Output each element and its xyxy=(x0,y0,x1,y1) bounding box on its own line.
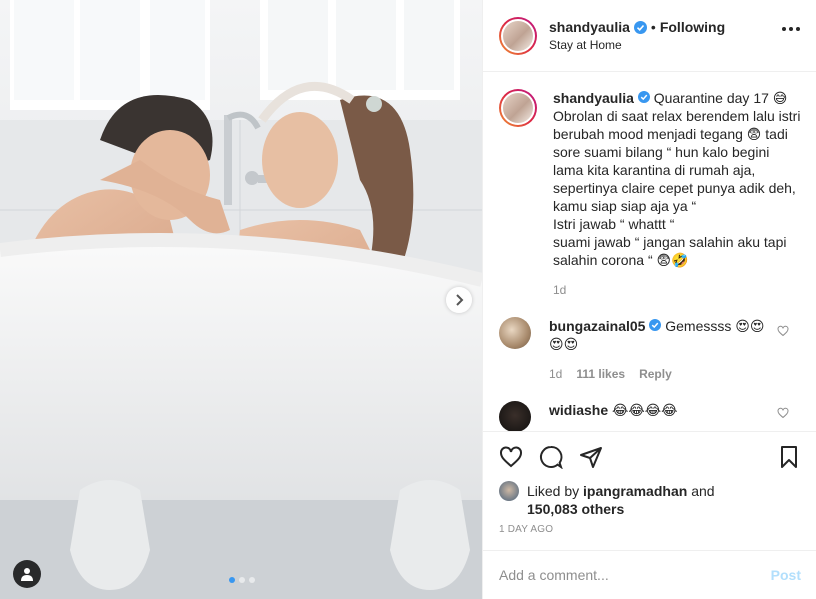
commenter-avatar[interactable] xyxy=(499,401,531,431)
reply-button[interactable]: Reply xyxy=(639,365,672,383)
comment-icon[interactable] xyxy=(539,445,563,469)
carousel-dot xyxy=(249,577,255,583)
caption-content: shandyaulia Quarantine day 17 😅 Obrolan … xyxy=(553,89,801,269)
separator-dot: • xyxy=(650,19,656,35)
action-bar xyxy=(499,432,801,482)
heart-outline-icon[interactable] xyxy=(777,325,789,337)
heart-outline-icon[interactable] xyxy=(777,407,789,419)
comments-list: shandyaulia Quarantine day 17 😅 Obrolan … xyxy=(483,73,816,431)
bookmark-icon[interactable] xyxy=(777,445,801,469)
liked-by-label: Liked by xyxy=(527,483,580,499)
comment-text: 😂😂😂😂 xyxy=(612,402,678,418)
likes-summary: Liked by ipangramadhan and 150,083 other… xyxy=(499,481,801,518)
carousel-dot-active xyxy=(229,577,235,583)
caption-username[interactable]: shandyaulia xyxy=(553,90,634,106)
caption-time[interactable]: 1d xyxy=(553,281,566,299)
comment-meta: 1d 111 likes Reply xyxy=(549,365,799,383)
author-avatar[interactable] xyxy=(499,16,537,55)
likes-conjunction: and xyxy=(691,483,715,499)
caption: shandyaulia Quarantine day 17 😅 Obrolan … xyxy=(499,89,801,299)
post-actions-section: Liked by ipangramadhan and 150,083 other… xyxy=(483,431,816,550)
commenter-username[interactable]: widiashe xyxy=(549,402,608,418)
post-dialog: shandyaulia • Following Stay at Home sha… xyxy=(0,0,816,599)
chevron-right-icon xyxy=(456,294,464,306)
post-photo[interactable] xyxy=(0,0,482,599)
commenter-avatar[interactable] xyxy=(499,317,531,349)
comment-body: bungazainal05 Gemessss 😍😍 😍😍 1d 111 like… xyxy=(549,317,799,383)
caption-body: shandyaulia Quarantine day 17 😅 Obrolan … xyxy=(553,89,801,299)
liker-username[interactable]: ipangramadhan xyxy=(583,483,687,499)
post-header: shandyaulia • Following Stay at Home xyxy=(483,0,816,72)
add-comment-bar: Post xyxy=(483,550,816,599)
caption-author-avatar[interactable] xyxy=(499,89,537,127)
author-username[interactable]: shandyaulia xyxy=(549,19,630,35)
liker-avatar[interactable] xyxy=(499,481,519,501)
tagged-users-button[interactable] xyxy=(13,560,41,588)
next-photo-button[interactable] xyxy=(446,287,472,313)
commenter-username[interactable]: bungazainal05 xyxy=(549,318,645,334)
more-options-icon[interactable] xyxy=(782,27,800,31)
author-avatar-image xyxy=(501,18,535,53)
caption-verified-badge-icon xyxy=(637,90,650,106)
user-icon xyxy=(21,568,33,581)
commenter-verified-badge-icon xyxy=(649,318,662,334)
following-button[interactable]: Following xyxy=(660,19,725,35)
verified-badge-icon xyxy=(633,20,647,34)
share-icon[interactable] xyxy=(579,445,603,469)
heart-icon[interactable] xyxy=(499,445,523,469)
carousel-dot xyxy=(239,577,245,583)
post-comment-button[interactable]: Post xyxy=(771,567,801,583)
comment-time[interactable]: 1d xyxy=(549,365,562,383)
comment-input[interactable] xyxy=(499,567,771,583)
comment-item: bungazainal05 Gemessss 😍😍 😍😍 1d 111 like… xyxy=(499,317,801,383)
comment-likes[interactable]: 111 likes xyxy=(576,365,625,383)
likes-others-count[interactable]: 150,083 others xyxy=(527,501,624,517)
author-info: shandyaulia • Following Stay at Home xyxy=(549,19,725,52)
likes-text: Liked by ipangramadhan and 150,083 other… xyxy=(527,482,715,518)
caption-avatar-image xyxy=(501,91,535,125)
comment-body: widiashe 😂😂😂😂 xyxy=(549,401,799,419)
caption-meta: 1d xyxy=(553,281,801,299)
carousel-indicator xyxy=(229,577,255,583)
caption-text: Quarantine day 17 😅 Obrolan di saat rela… xyxy=(553,90,801,268)
comment-item: widiashe 😂😂😂😂 xyxy=(499,401,801,431)
post-location[interactable]: Stay at Home xyxy=(549,38,725,52)
bathtub-photo xyxy=(0,0,482,599)
post-details-panel: shandyaulia • Following Stay at Home sha… xyxy=(482,0,816,599)
post-timestamp[interactable]: 1 DAY AGO xyxy=(499,524,801,535)
